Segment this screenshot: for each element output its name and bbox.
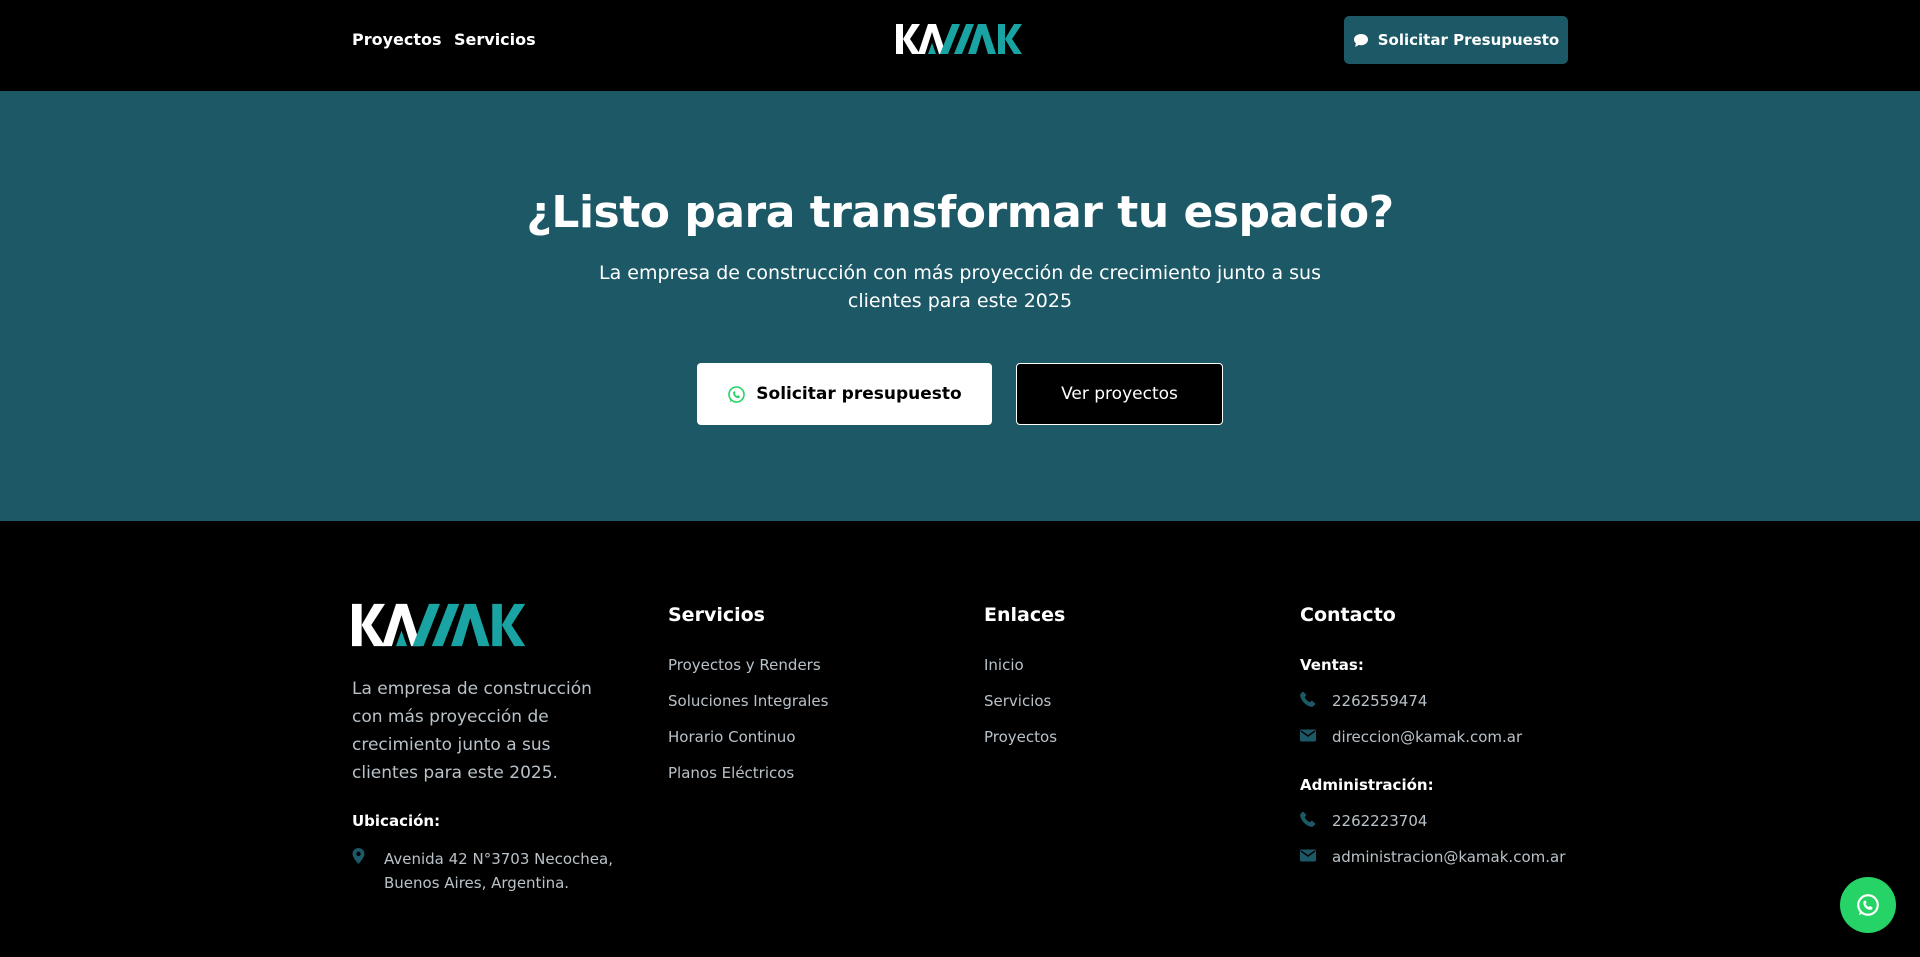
service-link-horario-continuo[interactable]: Horario Continuo (668, 728, 796, 746)
sales-label: Ventas: (1300, 656, 1364, 674)
phone-icon (1300, 811, 1316, 827)
sales-phone[interactable]: 2262559474 (1332, 692, 1427, 710)
admin-label: Administración: (1300, 776, 1434, 794)
service-link-planos-electricos[interactable]: Planos Eléctricos (668, 764, 794, 782)
service-link-proyectos-renders[interactable]: Proyectos y Renders (668, 656, 821, 674)
admin-email[interactable]: administracion@kamak.com.ar (1332, 848, 1565, 866)
footer-link-servicios[interactable]: Servicios (984, 692, 1051, 710)
links-column-title: Enlaces (984, 604, 1066, 626)
hero-request-quote-button[interactable]: Solicitar presupuesto (697, 363, 992, 425)
contact-column-title: Contacto (1300, 604, 1396, 626)
chat-icon (1353, 33, 1368, 47)
footer-link-inicio[interactable]: Inicio (984, 656, 1024, 674)
kamak-footer-logo (352, 603, 526, 647)
phone-icon (1300, 691, 1316, 707)
site-header: Proyectos Servicios Solicitar Presupuest… (0, 0, 1920, 91)
location-pin-icon (352, 848, 365, 864)
view-projects-button[interactable]: Ver proyectos (1016, 363, 1223, 425)
request-quote-button[interactable]: Solicitar Presupuesto (1344, 16, 1568, 64)
whatsapp-float-button[interactable] (1840, 877, 1896, 933)
footer-link-proyectos[interactable]: Proyectos (984, 728, 1057, 746)
location-label: Ubicación: (352, 812, 441, 830)
nav-link-proyectos[interactable]: Proyectos (352, 30, 442, 49)
whatsapp-icon (1857, 894, 1879, 916)
admin-phone[interactable]: 2262223704 (1332, 812, 1427, 830)
site-footer: La empresa de construcción con más proye… (0, 521, 1920, 957)
nav-link-servicios[interactable]: Servicios (454, 30, 536, 49)
mail-icon (1300, 729, 1316, 742)
hero-title: ¿Listo para transformar tu espacio? (526, 187, 1394, 238)
hero-subtitle: La empresa de construcción con más proye… (599, 262, 1321, 312)
request-quote-label: Solicitar Presupuesto (1377, 31, 1560, 49)
footer-address: Avenida 42 N°3703 Necochea, Buenos Aires… (384, 850, 613, 892)
services-column-title: Servicios (668, 604, 765, 626)
kamak-logo[interactable] (896, 22, 1024, 56)
hero-request-quote-label: Solicitar presupuesto (756, 384, 962, 404)
footer-description: La empresa de construcción con más proye… (352, 679, 592, 783)
whatsapp-icon (728, 385, 746, 403)
service-link-soluciones-integrales[interactable]: Soluciones Integrales (668, 692, 828, 710)
hero-section: ¿Listo para transformar tu espacio? La e… (0, 91, 1920, 521)
mail-icon (1300, 849, 1316, 862)
sales-email[interactable]: direccion@kamak.com.ar (1332, 728, 1522, 746)
